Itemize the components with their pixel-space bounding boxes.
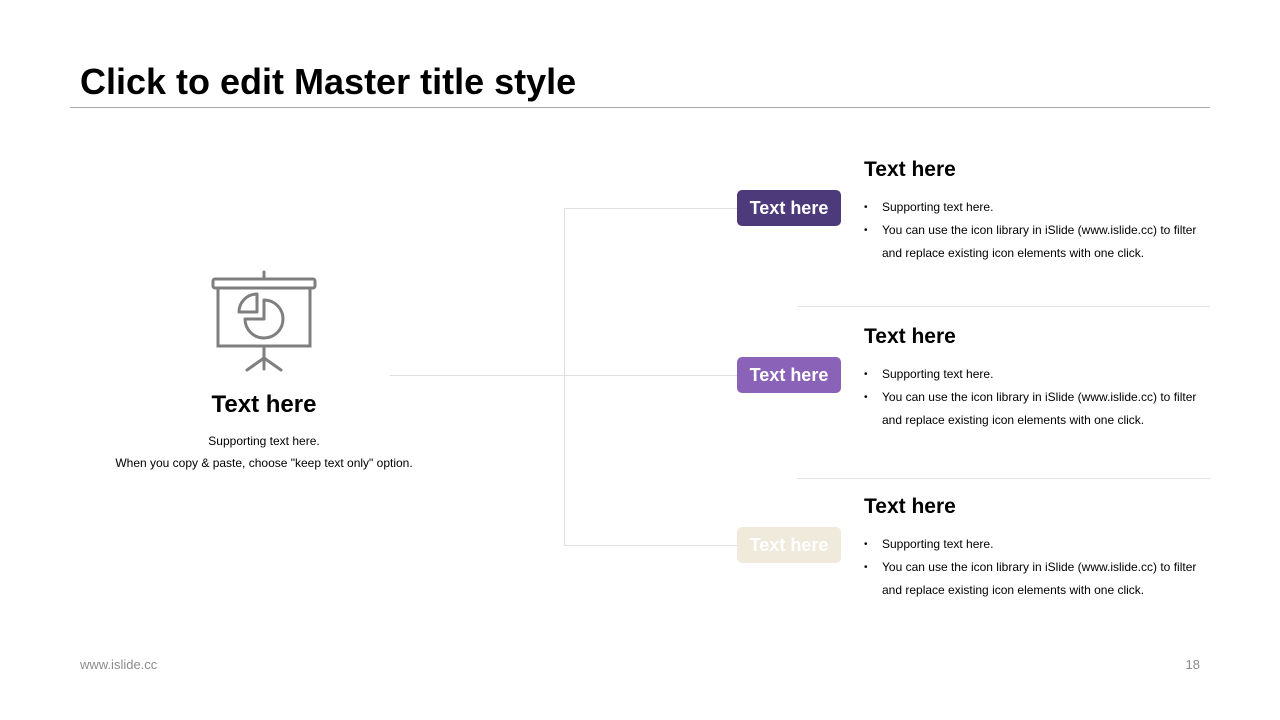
- hub-description-line: Supporting text here.: [208, 434, 320, 448]
- bullet-item: You can use the icon library in iSlide (…: [864, 386, 1204, 432]
- footer-website: www.islide.cc: [80, 657, 158, 672]
- presentation-board-pie-chart-icon: [209, 270, 319, 374]
- item-bullets-3: Supporting text here. You can use the ic…: [864, 533, 1204, 602]
- hub-description: Supporting text here. When you copy & pa…: [94, 430, 434, 474]
- hub-description-line: When you copy & paste, choose "keep text…: [115, 456, 413, 470]
- connector-lines: [390, 208, 737, 546]
- item-title-2[interactable]: Text here: [864, 324, 956, 350]
- item-bullets-1: Supporting text here. You can use the ic…: [864, 196, 1204, 265]
- bullet-item: Supporting text here.: [864, 196, 1204, 219]
- item-divider-2: [797, 478, 1210, 479]
- item-title-3[interactable]: Text here: [864, 494, 956, 520]
- bullet-item: You can use the icon library in iSlide (…: [864, 556, 1204, 602]
- item-title-1[interactable]: Text here: [864, 157, 956, 183]
- branch-label-1[interactable]: Text here: [737, 190, 841, 226]
- bullet-item: Supporting text here.: [864, 363, 1204, 386]
- page-number: 18: [1185, 657, 1200, 672]
- item-divider-1: [797, 306, 1210, 307]
- branch-label-3[interactable]: Text here: [737, 527, 841, 563]
- hub-title[interactable]: Text here: [114, 390, 414, 420]
- bullet-item: You can use the icon library in iSlide (…: [864, 219, 1204, 265]
- branch-label-2[interactable]: Text here: [737, 357, 841, 393]
- bullet-item: Supporting text here.: [864, 533, 1204, 556]
- item-bullets-2: Supporting text here. You can use the ic…: [864, 363, 1204, 432]
